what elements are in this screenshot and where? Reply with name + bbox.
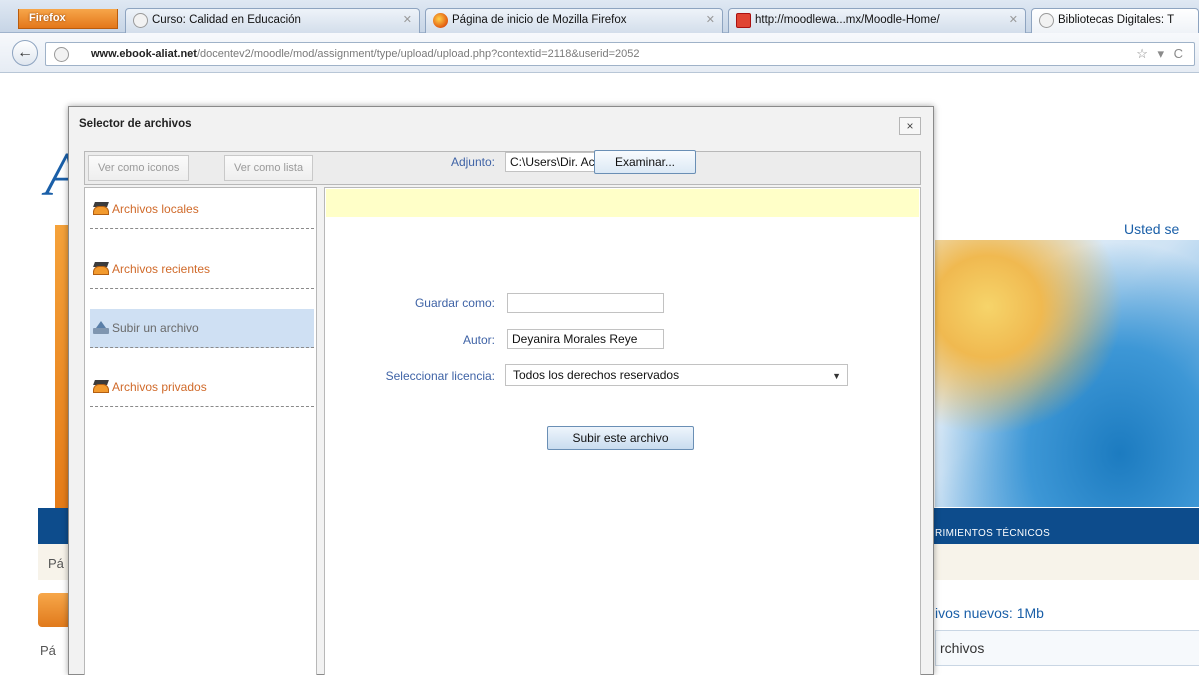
tab-label: Curso: Calidad en Educación <box>152 14 301 26</box>
upload-file-button[interactable]: Subir este archivo <box>547 426 694 450</box>
repository-list: Archivos locales Archivos recientes Subi… <box>84 187 317 675</box>
moodle-hat-icon <box>93 262 109 275</box>
repo-label: Archivos privados <box>112 380 207 394</box>
license-selected-value: Todos los derechos reservados <box>513 368 680 382</box>
tab-mozilla[interactable]: Página de inicio de Mozilla Firefox ✕ <box>425 8 723 33</box>
repo-archivos-privados[interactable]: Archivos privados <box>90 368 314 407</box>
tab-bibliotecas[interactable]: Bibliotecas Digitales: T <box>1031 8 1199 34</box>
repo-subir-archivo[interactable]: Subir un archivo <box>90 309 314 348</box>
site-favicon-icon <box>54 47 69 62</box>
page-link[interactable]: Pá <box>40 643 56 658</box>
url-bar[interactable]: www.ebook-aliat.net/docentev2/moodle/mod… <box>45 42 1195 66</box>
firefox-favicon-icon <box>433 13 448 28</box>
bookmark-star-icon[interactable]: ☆ ▾ C <box>1136 46 1186 62</box>
header-banner <box>935 240 1199 507</box>
author-input[interactable]: Deyanira Morales Reye <box>507 329 664 349</box>
login-info[interactable]: Usted se <box>1124 221 1179 237</box>
view-as-icons-button[interactable]: Ver como iconos <box>88 155 190 181</box>
repo-label: Archivos locales <box>112 202 199 216</box>
moodle-red-favicon-icon <box>736 13 751 28</box>
moodle-hat-icon <box>93 380 109 393</box>
chevron-down-icon: ▼ <box>832 371 841 381</box>
menu-item[interactable]: RIMIENTOS TÉCNICOS <box>935 528 1050 539</box>
view-toolbar: Ver como iconos Ver como lista <box>84 151 921 185</box>
tab-label: http://moodlewa...mx/Moodle-Home/ <box>755 14 940 26</box>
save-as-label: Guardar como: <box>414 296 495 310</box>
moodle-favicon-icon <box>1039 13 1054 28</box>
license-label: Seleccionar licencia: <box>385 369 495 383</box>
tab-curso[interactable]: Curso: Calidad en Educación ✕ <box>125 8 420 33</box>
message-bar <box>326 189 919 217</box>
files-block-label: rchivos <box>940 640 985 656</box>
browser-tab-bar: Firefox Curso: Calidad en Educación ✕ Pá… <box>0 0 1199 34</box>
new-files-info: ivos nuevos: 1Mb <box>935 605 1044 621</box>
decorative-strip <box>55 225 69 510</box>
author-label: Autor: <box>462 333 495 347</box>
tab-moodlewa[interactable]: http://moodlewa...mx/Moodle-Home/ ✕ <box>728 8 1026 33</box>
url-text: www.ebook-aliat.net/docentev2/moodle/mod… <box>91 48 640 60</box>
tab-label: Bibliotecas Digitales: T <box>1058 14 1175 26</box>
repo-label: Archivos recientes <box>112 262 211 276</box>
repo-label: Subir un archivo <box>112 321 199 335</box>
license-select[interactable]: Todos los derechos reservados ▼ <box>505 364 848 386</box>
firefox-menu-button[interactable]: Firefox <box>18 9 118 29</box>
tab-close-icon[interactable]: ✕ <box>403 9 412 32</box>
breadcrumb[interactable]: Pá <box>48 556 64 571</box>
back-arrow-icon[interactable]: ← <box>12 40 38 66</box>
file-picker-dialog: Selector de archivos × Ver como iconos V… <box>68 106 934 675</box>
upload-icon <box>93 321 109 334</box>
dialog-title: Selector de archivos <box>79 118 192 130</box>
save-as-input[interactable] <box>507 293 664 313</box>
block-header-tab <box>38 593 68 627</box>
repo-archivos-recientes[interactable]: Archivos recientes <box>90 250 314 289</box>
tab-label: Página de inicio de Mozilla Firefox <box>452 14 627 26</box>
close-icon[interactable]: × <box>899 117 921 135</box>
moodle-hat-icon <box>93 202 109 215</box>
tab-close-icon[interactable]: ✕ <box>706 9 715 32</box>
tab-close-icon[interactable]: ✕ <box>1009 9 1018 32</box>
browse-button[interactable]: Examinar... <box>594 150 696 174</box>
attachment-label: Adjunto: <box>450 155 495 169</box>
repo-archivos-locales[interactable]: Archivos locales <box>90 190 314 229</box>
moodle-favicon-icon <box>133 13 148 28</box>
browser-nav-bar: ← www.ebook-aliat.net/docentev2/moodle/m… <box>0 33 1199 73</box>
